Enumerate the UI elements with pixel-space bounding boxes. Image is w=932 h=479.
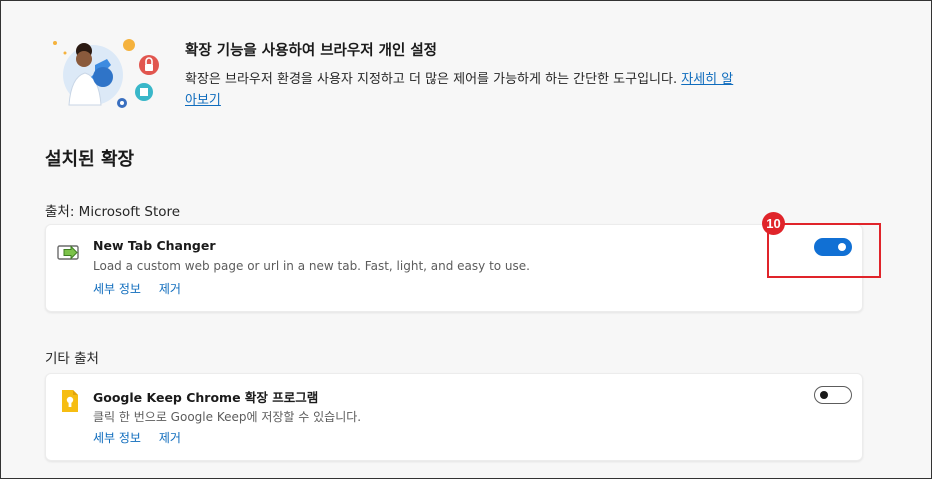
extension-links: 세부 정보 제거 — [93, 429, 195, 446]
extension-name: New Tab Changer — [93, 238, 216, 253]
intro-text: 확장 기능을 사용하여 브라우저 개인 설정 확장은 브라우저 환경을 사용자 … — [185, 39, 745, 111]
source-label-other: 기타 출처 — [45, 351, 99, 367]
google-keep-icon — [62, 390, 78, 412]
step-number-badge: 10 — [762, 212, 785, 235]
details-link[interactable]: 세부 정보 — [93, 431, 141, 445]
extension-card-new-tab-changer: New Tab Changer Load a custom web page o… — [45, 224, 863, 312]
installed-extensions-title: 설치된 확장 — [45, 149, 135, 170]
annotation-highlight-box — [767, 223, 881, 278]
remove-link[interactable]: 제거 — [159, 431, 181, 445]
enable-toggle[interactable] — [814, 386, 852, 404]
arrow-page-icon — [57, 245, 79, 260]
extension-description: Load a custom web page or url in a new t… — [93, 259, 530, 273]
source-label-microsoft-store: 출처: Microsoft Store — [45, 204, 181, 220]
details-link[interactable]: 세부 정보 — [93, 282, 141, 296]
intro-description-text: 확장은 브라우저 환경을 사용자 지정하고 더 많은 제어를 가능하게 하는 간… — [185, 72, 678, 87]
intro-title: 확장 기능을 사용하여 브라우저 개인 설정 — [185, 43, 438, 59]
extension-name: Google Keep Chrome 확장 프로그램 — [93, 390, 319, 405]
extension-links: 세부 정보 제거 — [93, 280, 195, 297]
remove-link[interactable]: 제거 — [159, 282, 181, 296]
extensions-illustration — [53, 39, 159, 108]
extension-description: 클릭 한 번으로 Google Keep에 저장할 수 있습니다. — [93, 410, 362, 424]
intro-description: 확장은 브라우저 환경을 사용자 지정하고 더 많은 제어를 가능하게 하는 간… — [185, 69, 745, 111]
extensions-intro: 확장 기능을 사용하여 브라우저 개인 설정 확장은 브라우저 환경을 사용자 … — [45, 35, 745, 115]
extension-card-google-keep: Google Keep Chrome 확장 프로그램 클릭 한 번으로 Goog… — [45, 373, 863, 461]
toggle-knob — [820, 391, 828, 399]
